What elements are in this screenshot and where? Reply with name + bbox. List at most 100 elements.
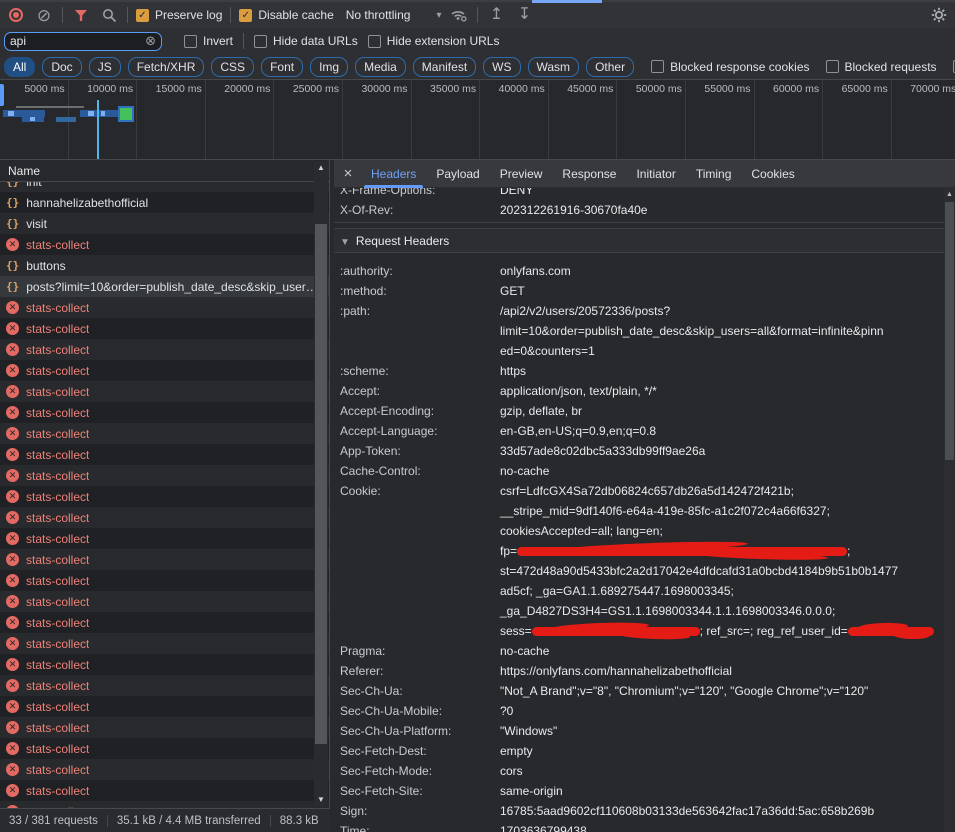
header-name: Sec-Ch-Ua-Platform: xyxy=(340,721,500,741)
filter-pill-media[interactable]: Media xyxy=(355,57,406,77)
request-row[interactable]: ✕stats-collect xyxy=(0,318,329,339)
request-row[interactable]: ✕stats-collect xyxy=(0,381,329,402)
request-row[interactable]: ✕stats-collect xyxy=(0,360,329,381)
scrollbar-thumb[interactable] xyxy=(315,224,327,744)
request-list-scrollbar[interactable]: ▲ ▼ xyxy=(314,162,328,806)
scrollbar-thumb[interactable] xyxy=(945,202,954,460)
hide-data-urls-checkbox[interactable]: Hide data URLs xyxy=(254,34,358,48)
filter-pill-css[interactable]: CSS xyxy=(211,57,254,77)
request-headers-section-header[interactable]: ▼Request Headers xyxy=(334,228,944,253)
filter-pill-ws[interactable]: WS xyxy=(483,57,520,77)
throttling-dropdown[interactable]: No throttling ▾ xyxy=(346,8,442,22)
request-row[interactable]: ✕stats-collect xyxy=(0,570,329,591)
request-row[interactable]: ✕stats-collect xyxy=(0,549,329,570)
waterfall-bar xyxy=(101,111,105,116)
filter-pill-wasm[interactable]: Wasm xyxy=(528,57,580,77)
name-column-header[interactable]: Name xyxy=(0,160,329,182)
filter-pill-other[interactable]: Other xyxy=(586,57,634,77)
header-row: Cookie:csrf=LdfcGX4Sa72db06824c657db26a5… xyxy=(334,481,944,641)
header-row: Sec-Ch-Ua:"Not_A Brand";v="8", "Chromium… xyxy=(334,681,944,701)
request-row[interactable]: {}hannahelizabethofficial xyxy=(0,192,329,213)
disable-cache-checkbox[interactable]: ✓ Disable cache xyxy=(239,8,333,22)
scroll-up-icon[interactable]: ▲ xyxy=(944,190,955,200)
invert-checkbox[interactable]: Invert xyxy=(184,34,233,48)
blocked-response-cookies-checkbox[interactable]: Blocked response cookies xyxy=(651,60,809,74)
header-value-line: ?0 xyxy=(500,701,944,721)
overview-tick-label: 70000 ms xyxy=(892,80,955,159)
request-row[interactable]: ✕stats-collect xyxy=(0,759,329,780)
waterfall-bar xyxy=(80,110,118,117)
header-name: :path: xyxy=(340,301,500,361)
request-row[interactable]: ✕stats-collect xyxy=(0,444,329,465)
tab-cookies[interactable]: Cookies xyxy=(742,160,803,188)
request-row[interactable]: ✕stats-collect xyxy=(0,675,329,696)
tab-preview[interactable]: Preview xyxy=(491,160,552,188)
filter-pill-all[interactable]: All xyxy=(4,57,35,77)
blocked-requests-checkbox[interactable]: Blocked requests xyxy=(826,60,937,74)
header-row: Sec-Fetch-Site:same-origin xyxy=(334,781,944,801)
request-row[interactable]: ✕stats-collect xyxy=(0,402,329,423)
filter-pill-js[interactable]: JS xyxy=(89,57,121,77)
funnel-icon[interactable] xyxy=(71,5,91,25)
request-row[interactable]: ✕stats-collect xyxy=(0,423,329,444)
filter-pill-doc[interactable]: Doc xyxy=(42,57,81,77)
filter-pill-manifest[interactable]: Manifest xyxy=(413,57,476,77)
tab-payload[interactable]: Payload xyxy=(427,160,488,188)
settings-gear-icon[interactable] xyxy=(929,5,949,25)
overview-tick-label: 55000 ms xyxy=(686,80,755,159)
request-row[interactable]: ✕stats-collect xyxy=(0,612,329,633)
request-row[interactable]: ✕stats-collect xyxy=(0,738,329,759)
filter-pill-fetch-xhr[interactable]: Fetch/XHR xyxy=(128,57,205,77)
overview-drag-handle[interactable] xyxy=(0,84,4,106)
request-row-selected[interactable]: {}posts?limit=10&order=publish_date_desc… xyxy=(0,276,329,297)
tab-response[interactable]: Response xyxy=(553,160,625,188)
hide-extension-urls-checkbox[interactable]: Hide extension URLs xyxy=(368,34,500,48)
header-value: 1703636799438 xyxy=(500,821,944,832)
request-row[interactable]: ✕stats-collect xyxy=(0,234,329,255)
request-row[interactable]: ✕stats-collect xyxy=(0,717,329,738)
filter-pill-font[interactable]: Font xyxy=(261,57,303,77)
redaction-scribble xyxy=(517,547,847,556)
header-name: :authority: xyxy=(340,261,500,281)
request-row[interactable]: ✕stats-collect xyxy=(0,528,329,549)
scroll-up-icon[interactable]: ▲ xyxy=(314,162,328,174)
preserve-log-checkbox[interactable]: ✓ Preserve log xyxy=(136,8,222,22)
filter-input[interactable]: api ⊗ xyxy=(4,32,162,51)
request-row[interactable]: ✕stats-collect xyxy=(0,780,329,801)
tab-initiator[interactable]: Initiator xyxy=(627,160,684,188)
request-row[interactable]: ✕stats-collect xyxy=(0,507,329,528)
network-overview[interactable]: 5000 ms10000 ms15000 ms20000 ms25000 ms3… xyxy=(0,80,955,160)
error-icon: ✕ xyxy=(6,616,19,629)
request-row[interactable]: ✕stats-collect xyxy=(0,486,329,507)
tab-headers[interactable]: Headers xyxy=(362,160,425,188)
import-har-icon[interactable]: ↥ xyxy=(486,5,506,25)
record-icon[interactable] xyxy=(6,5,26,25)
request-row[interactable]: ✕stats-collect xyxy=(0,465,329,486)
request-row[interactable]: {}init xyxy=(0,182,329,192)
scroll-down-icon[interactable]: ▼ xyxy=(314,794,328,806)
header-value: 202312261916-30670fa40e xyxy=(500,200,944,220)
request-row[interactable]: ✕stats-collect xyxy=(0,339,329,360)
detail-scrollbar[interactable]: ▲ xyxy=(944,188,955,832)
tab-timing[interactable]: Timing xyxy=(687,160,741,188)
request-row[interactable]: ✕stats-collect xyxy=(0,654,329,675)
overview-tick-label: 15000 ms xyxy=(137,80,206,159)
clear-icon[interactable]: ⊘ xyxy=(34,5,54,25)
request-row[interactable]: ✕stats-collect xyxy=(0,696,329,717)
search-icon[interactable] xyxy=(99,5,119,25)
waterfall-bar xyxy=(56,117,76,122)
error-icon: ✕ xyxy=(6,301,19,314)
request-row[interactable]: ✕stats-collect xyxy=(0,801,329,808)
header-value: onlyfans.com xyxy=(500,261,944,281)
network-conditions-icon[interactable] xyxy=(449,5,469,25)
request-row[interactable]: ✕stats-collect xyxy=(0,633,329,654)
request-row[interactable]: {}visit xyxy=(0,213,329,234)
export-har-icon[interactable]: ↧ xyxy=(514,5,534,25)
request-row[interactable]: {}buttons xyxy=(0,255,329,276)
request-row[interactable]: ✕stats-collect xyxy=(0,297,329,318)
header-name: Cache-Control: xyxy=(340,461,500,481)
clear-filter-icon[interactable]: ⊗ xyxy=(145,33,156,49)
close-icon[interactable]: × xyxy=(336,165,360,182)
request-row[interactable]: ✕stats-collect xyxy=(0,591,329,612)
filter-pill-img[interactable]: Img xyxy=(310,57,348,77)
